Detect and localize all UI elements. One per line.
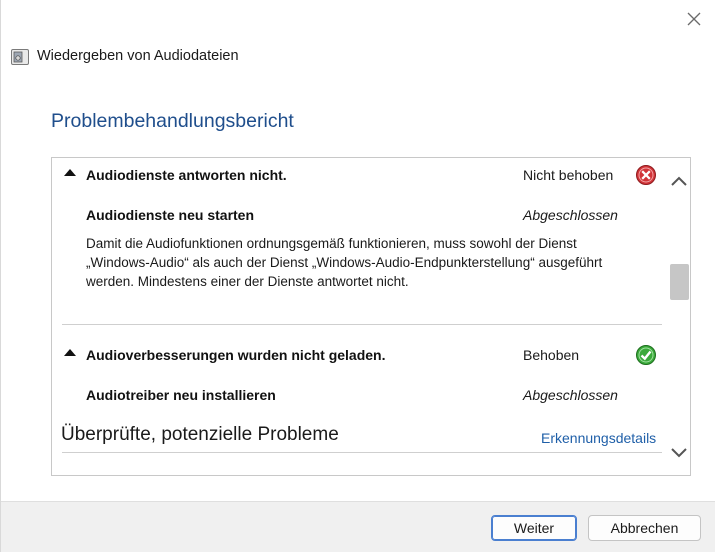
action-title: Audiotreiber neu installieren (86, 387, 276, 403)
issue-status: Behoben (523, 347, 580, 363)
scroll-up-icon[interactable] (668, 172, 690, 190)
scroll-down-icon[interactable] (668, 444, 690, 462)
issue-description: Damit die Audiofunktionen ordnungsgemäß … (86, 236, 603, 289)
cancel-button[interactable]: Abbrechen (588, 515, 701, 541)
collapse-triangle-icon[interactable] (64, 169, 76, 176)
issue-title: Audiodienste antworten nicht. (86, 167, 287, 183)
page-title: Problembehandlungsbericht (51, 110, 294, 132)
divider (62, 324, 662, 325)
action-title: Audiodienste neu starten (86, 207, 255, 223)
issue-title: Audioverbesserungen wurden nicht geladen… (86, 347, 386, 363)
next-button[interactable]: Weiter (491, 515, 577, 541)
audio-troubleshooter-icon (11, 49, 29, 65)
footer-bar: Weiter Abbrechen (1, 501, 715, 552)
section-title: Überprüfte, potenzielle Probleme (61, 424, 339, 445)
troubleshooter-window: Wiedergeben von Audiodateien Problembeha… (0, 0, 715, 552)
checkmark-icon (636, 345, 656, 365)
window-title: Wiedergeben von Audiodateien (37, 48, 239, 64)
report-panel: Audiodienste antworten nicht. Nicht beho… (51, 157, 691, 476)
error-x-icon (636, 165, 656, 185)
close-icon[interactable] (684, 9, 704, 29)
divider (62, 452, 662, 453)
collapse-triangle-icon[interactable] (64, 349, 76, 356)
scrollbar-thumb[interactable] (670, 264, 689, 300)
detection-details-link[interactable]: Erkennungsdetails (541, 430, 656, 446)
action-status: Abgeschlossen (523, 387, 618, 403)
action-status: Abgeschlossen (523, 207, 618, 223)
issue-status: Nicht behoben (523, 167, 614, 183)
